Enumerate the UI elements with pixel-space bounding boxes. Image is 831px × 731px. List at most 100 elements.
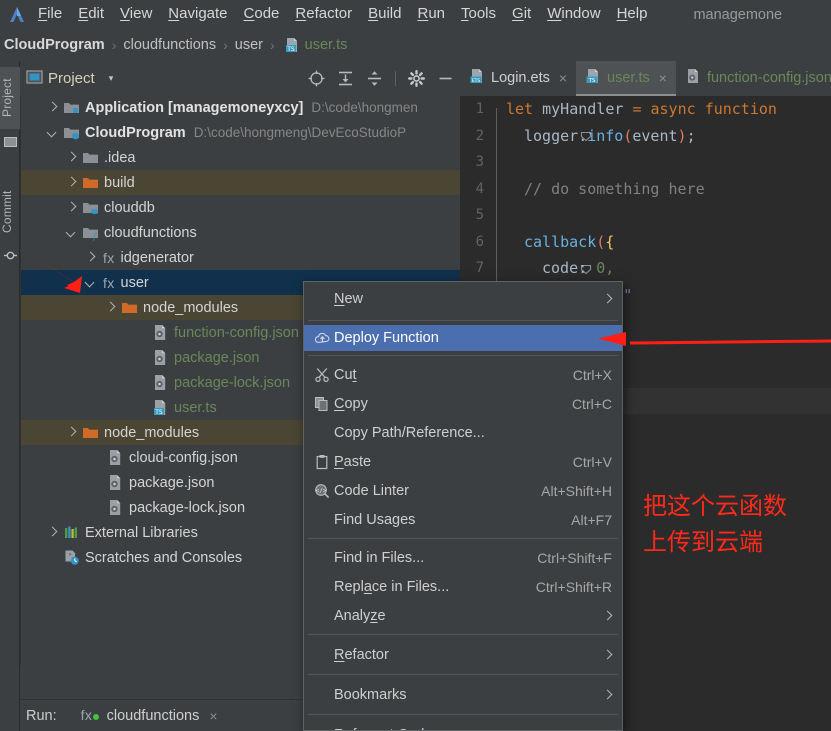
menu-item-find-usages[interactable]: Find Usages Alt+F7 — [304, 505, 622, 534]
breadcrumb-item-cloudfunctions[interactable]: cloudfunctions — [123, 37, 216, 53]
menu-item-bookmarks[interactable]: Bookmarks — [304, 679, 622, 710]
menu-separator — [308, 355, 618, 356]
tree-row-application[interactable]: Application [managemoneyxcy] D:\code\hon… — [21, 95, 460, 120]
tree-row-idgenerator[interactable]: fx idgenerator — [21, 245, 460, 270]
chevron-right-icon[interactable] — [105, 302, 116, 313]
editor-tab-label: Login.ets — [491, 69, 550, 86]
spacer-icon — [136, 327, 147, 338]
collapse-all-icon[interactable] — [366, 70, 383, 87]
editor-tab-function-config-json[interactable]: function-config.json — [676, 61, 831, 96]
tree-row-cloudprogram[interactable]: CloudProgram D:\code\hongmeng\DevEcoStud… — [21, 120, 460, 145]
tree-row-idea[interactable]: .idea — [21, 145, 460, 170]
menu-view[interactable]: View — [112, 3, 160, 26]
tree-row-clouddb[interactable]: clouddb — [21, 195, 460, 220]
line-number: 7 — [475, 260, 484, 276]
menu-edit[interactable]: Edit — [70, 3, 112, 26]
fx-running-icon: fx — [81, 707, 101, 724]
tree-label: .idea — [104, 149, 136, 166]
chevron-right-icon[interactable] — [85, 252, 96, 263]
menu-item-paste[interactable]: Paste Ctrl+V — [304, 447, 622, 476]
code-line-3: 3 — [460, 149, 831, 176]
menu-git[interactable]: Git — [504, 3, 539, 26]
settings-gear-icon[interactable] — [408, 69, 426, 87]
chevron-right-icon — [604, 295, 612, 303]
fx-icon: fx — [103, 249, 115, 266]
expand-all-icon[interactable] — [337, 70, 354, 87]
chevron-right-icon[interactable] — [66, 177, 77, 188]
menu-item-copy[interactable]: Copy Ctrl+C — [304, 389, 622, 418]
menu-item-cut[interactable]: Cut Ctrl+X — [304, 360, 622, 389]
menu-item-label: Reformat Code — [334, 727, 538, 731]
chevron-right-icon[interactable] — [47, 527, 58, 538]
menu-item-replace-in-files[interactable]: Replace in Files... Ctrl+Shift+R — [304, 572, 622, 601]
menu-item-reformat-code[interactable]: Reformat Code Ctrl+Alt+L — [304, 719, 622, 731]
chevron-down-icon[interactable] — [85, 277, 96, 288]
menu-run[interactable]: Run — [409, 3, 453, 26]
close-icon[interactable]: × — [209, 708, 217, 724]
tree-label: package-lock.json — [174, 374, 291, 391]
breadcrumb-item-project[interactable]: CloudProgram — [4, 37, 105, 53]
menu-item-code-linter[interactable]: </> Code Linter Alt+Shift+H — [304, 476, 622, 505]
fx-icon: fx — [103, 274, 115, 291]
editor-tab-login-ets[interactable]: ETS Login.ets × — [460, 61, 576, 96]
tree-row-cloudfunctions[interactable]: f cloudfunctions — [21, 220, 460, 245]
context-menu[interactable]: New Deploy Function Cut Ctrl+X Copy Ctrl… — [303, 281, 623, 731]
sidebar-tab-project[interactable]: Project — [0, 67, 20, 129]
menu-item-deploy-function[interactable]: Deploy Function — [304, 325, 622, 351]
close-icon[interactable]: × — [559, 70, 567, 86]
chevron-right-icon[interactable] — [66, 152, 77, 163]
menu-tools[interactable]: Tools — [453, 3, 504, 26]
menu-item-analyze[interactable]: Analyze — [304, 601, 622, 630]
breadcrumb-separator: › — [269, 37, 275, 53]
json-file-icon — [152, 349, 169, 366]
menu-help[interactable]: Help — [609, 3, 656, 26]
annotation-line-2: 上传到云端 — [643, 528, 763, 556]
chevron-right-icon[interactable] — [47, 102, 58, 113]
select-opened-file-icon[interactable] — [308, 70, 325, 87]
json-file-icon — [107, 499, 124, 516]
ts-file-icon: TS — [152, 399, 169, 416]
menu-refactor[interactable]: Refactor — [287, 3, 360, 26]
tree-row-build[interactable]: build — [21, 170, 460, 195]
annotation-line-1: 把这个云函数 — [643, 492, 787, 520]
json-file-icon — [152, 324, 169, 341]
close-icon[interactable]: × — [659, 70, 667, 86]
menu-item-refactor[interactable]: Refactor — [304, 639, 622, 670]
chevron-down-icon[interactable] — [66, 227, 77, 238]
spacer-icon — [136, 352, 147, 363]
code-line-2: 2 logger.info(event); — [460, 123, 831, 150]
chevron-down-icon[interactable] — [47, 127, 58, 138]
code-text: code: 0, — [542, 259, 615, 277]
chevron-right-icon — [604, 612, 612, 620]
project-window-icon — [26, 69, 43, 91]
editor-tab-user-ts[interactable]: TS user.ts × — [576, 61, 676, 96]
menu-window[interactable]: Window — [539, 3, 608, 26]
json-file-icon — [107, 474, 124, 491]
folder-fn-icon: f — [82, 224, 99, 241]
menu-navigate[interactable]: Navigate — [160, 3, 235, 26]
menu-file[interactable]: FFileile — [30, 3, 70, 26]
chevron-right-icon[interactable] — [66, 202, 77, 213]
ts-file-icon: TS — [284, 37, 301, 54]
menu-bar: FFileile Edit View Navigate Code Refacto… — [0, 0, 831, 29]
run-tab-cloudfunctions[interactable]: fx cloudfunctions × — [81, 707, 218, 724]
chevron-right-icon[interactable] — [66, 427, 77, 438]
menu-item-new[interactable]: New — [304, 282, 622, 316]
breadcrumb-item-file[interactable]: user.ts — [305, 37, 348, 53]
menu-item-find-in-files[interactable]: Find in Files... Ctrl+Shift+F — [304, 543, 622, 572]
project-panel-header: Project ▾ — [20, 61, 460, 95]
menu-code[interactable]: Code — [236, 3, 288, 26]
chevron-down-icon[interactable]: ▾ — [109, 73, 114, 84]
window-title: managemone — [693, 6, 783, 23]
menu-build[interactable]: Build — [360, 3, 409, 26]
hide-panel-icon[interactable] — [437, 70, 454, 87]
line-number: 1 — [475, 101, 484, 117]
run-label: Run: — [26, 707, 57, 724]
breadcrumb-item-user[interactable]: user — [235, 37, 263, 53]
menu-item-accelerator: Ctrl+X — [572, 366, 612, 383]
spacer-icon — [91, 477, 102, 488]
line-number: 4 — [475, 180, 484, 197]
menu-item-label: Paste — [334, 453, 372, 470]
menu-item-copy-path-reference[interactable]: Copy Path/Reference... — [304, 418, 622, 447]
sidebar-tab-commit[interactable]: Commit — [0, 181, 20, 243]
